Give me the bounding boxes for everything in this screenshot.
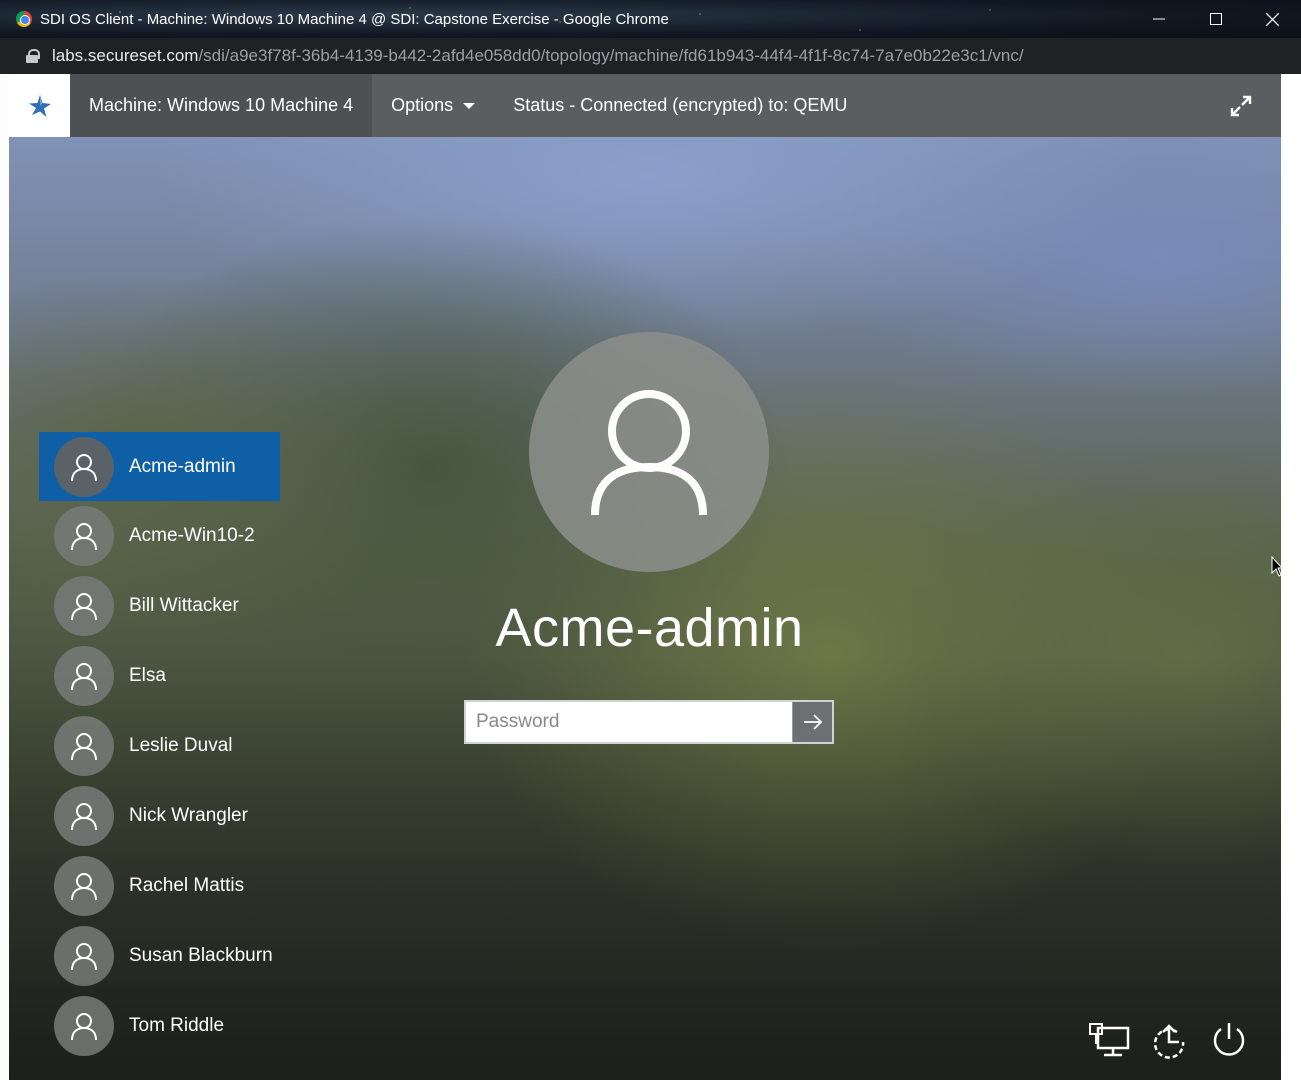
user-name: Susan Blackburn — [129, 945, 273, 966]
minimize-button[interactable] — [1130, 0, 1187, 38]
options-menu[interactable]: Options — [372, 74, 494, 137]
user-avatar-icon — [54, 786, 114, 846]
app-navbar: Machine: Windows 10 Machine 4 Options St… — [9, 74, 1281, 137]
maximize-button[interactable] — [1187, 0, 1244, 38]
user-avatar-icon — [54, 506, 114, 566]
user-item-tom-riddle[interactable]: Tom Riddle — [39, 991, 280, 1061]
user-item-acme-win10-2[interactable]: Acme-Win10-2 — [39, 501, 280, 571]
browser-titlebar: SDI OS Client - Machine: Windows 10 Mach… — [0, 0, 1301, 38]
expand-icon[interactable] — [1229, 94, 1253, 118]
maximize-icon — [1209, 13, 1222, 25]
options-label: Options — [391, 95, 454, 115]
user-item-acme-admin[interactable]: Acme-admin — [39, 432, 280, 501]
user-name: Tom Riddle — [129, 1015, 225, 1036]
password-input[interactable] — [466, 702, 792, 742]
url-host: labs.secureset.com — [52, 46, 199, 65]
user-list: Acme-admin Acme-Win10-2 Bill Wittacker E… — [39, 432, 280, 1061]
connection-status: Status - Connected (encrypted) to: QEMU — [513, 95, 848, 115]
network-button[interactable] — [1087, 1018, 1131, 1062]
mouse-cursor-icon — [1271, 556, 1283, 577]
user-name: Nick Wrangler — [129, 805, 248, 826]
user-avatar-icon — [54, 436, 114, 497]
user-item-susan-blackburn[interactable]: Susan Blackburn — [39, 921, 280, 991]
user-name: Acme-admin — [129, 455, 236, 477]
lock-icon[interactable] — [26, 49, 40, 63]
user-name: Leslie Duval — [129, 735, 233, 756]
brand-logo[interactable] — [9, 74, 70, 137]
user-name: Rachel Mattis — [129, 875, 245, 896]
machine-label[interactable]: Machine: Windows 10 Machine 4 — [70, 74, 373, 137]
user-avatar-icon — [54, 716, 114, 776]
star-logo-icon — [28, 94, 51, 117]
user-item-leslie-duval[interactable]: Leslie Duval — [39, 711, 280, 781]
power-icon — [1213, 1023, 1245, 1056]
close-button[interactable] — [1244, 0, 1301, 38]
ease-of-access-icon — [1153, 1024, 1185, 1059]
url-text[interactable]: labs.secureset.com/sdi/a9e3f78f-36b4-413… — [52, 46, 1024, 66]
close-icon — [1266, 12, 1279, 26]
caret-down-icon — [463, 102, 476, 109]
url-path: /sdi/a9e3f78f-36b4-4139-b442-2afd4e058dd… — [198, 46, 1024, 65]
chrome-logo-icon — [16, 11, 32, 27]
selected-user-avatar — [529, 332, 769, 572]
user-avatar-icon — [54, 996, 114, 1056]
user-item-rachel-mattis[interactable]: Rachel Mattis — [39, 851, 280, 921]
address-bar[interactable]: labs.secureset.com/sdi/a9e3f78f-36b4-413… — [0, 38, 1301, 74]
login-options — [1071, 1018, 1251, 1062]
minimize-icon — [1152, 18, 1165, 20]
user-item-nick-wrangler[interactable]: Nick Wrangler — [39, 781, 280, 851]
left-edge — [0, 74, 9, 1080]
user-name: Acme-Win10-2 — [129, 525, 255, 546]
submit-button[interactable] — [792, 702, 832, 742]
window-controls — [1130, 0, 1301, 38]
user-name: Elsa — [129, 665, 166, 686]
selected-user-name: Acme-admin — [495, 598, 804, 658]
user-avatar-icon — [591, 390, 707, 516]
window-title: SDI OS Client - Machine: Windows 10 Mach… — [40, 10, 669, 28]
power-button[interactable] — [1207, 1018, 1251, 1062]
network-icon — [1089, 1023, 1130, 1057]
ease-of-access-button[interactable] — [1147, 1018, 1191, 1062]
user-avatar-icon — [54, 926, 114, 986]
user-avatar-icon — [54, 856, 114, 916]
vnc-screen[interactable]: Acme-admin Acme-Win10-2 Bill Wittacker E… — [9, 137, 1281, 1080]
arrow-right-icon — [803, 714, 822, 730]
right-edge — [1281, 74, 1301, 1080]
password-box — [464, 700, 834, 744]
